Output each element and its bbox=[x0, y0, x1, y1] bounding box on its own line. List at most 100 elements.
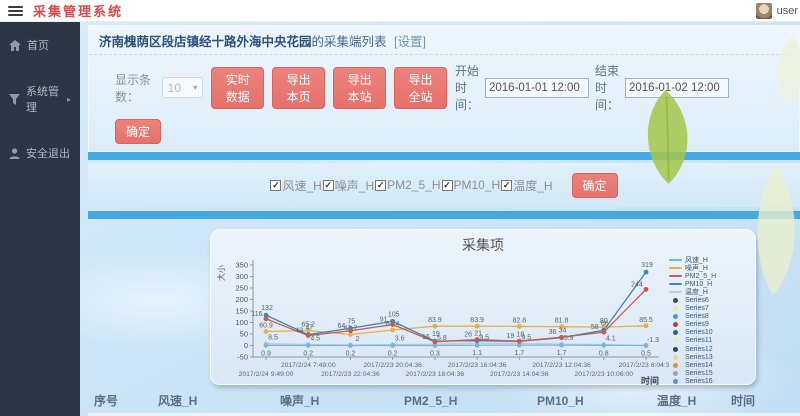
svg-text:2017/2/23 6:04:36: 2017/2/23 6:04:36 bbox=[619, 362, 669, 369]
svg-text:2: 2 bbox=[355, 336, 359, 343]
system-filter-icon bbox=[9, 94, 20, 105]
chart-panel: 采集项 -500501001502002503003502017/2/24 9:… bbox=[210, 229, 756, 385]
legend-swatch-icon bbox=[673, 347, 678, 352]
menu-toggle-icon[interactable] bbox=[8, 6, 23, 16]
series-confirm-button[interactable]: 确定 bbox=[572, 173, 618, 198]
user-menu[interactable]: user bbox=[756, 3, 800, 19]
svg-text:2017/2/23 22:04:36: 2017/2/23 22:04:36 bbox=[321, 371, 380, 378]
checkbox-mark-icon: ✓ bbox=[270, 180, 281, 191]
legend-swatch-icon bbox=[669, 275, 682, 277]
svg-text:132: 132 bbox=[261, 305, 273, 312]
svg-text:2017/2/23 20:04:36: 2017/2/23 20:04:36 bbox=[363, 362, 422, 369]
series-checkbox[interactable]: ✓ PM2_5_H bbox=[375, 178, 440, 192]
svg-text:2017/2/23 16:04:36: 2017/2/23 16:04:36 bbox=[448, 362, 507, 369]
svg-text:250: 250 bbox=[235, 284, 248, 293]
end-time-input[interactable] bbox=[625, 78, 729, 98]
svg-text:0.2: 0.2 bbox=[388, 350, 398, 357]
svg-text:21: 21 bbox=[474, 331, 482, 338]
legend-entry[interactable]: 风速_H bbox=[669, 256, 751, 264]
legend-entry[interactable]: 温度_H bbox=[669, 288, 751, 296]
svg-text:2017/2/23 12:04:36: 2017/2/23 12:04:36 bbox=[532, 362, 591, 369]
user-avatar bbox=[756, 3, 772, 19]
start-time-label: 开始时间： bbox=[455, 62, 479, 113]
legend-entry[interactable]: Series12 bbox=[669, 345, 751, 353]
svg-text:300: 300 bbox=[235, 272, 248, 281]
legend-entry[interactable]: Series8 bbox=[669, 313, 751, 321]
legend-swatch-icon bbox=[673, 298, 678, 303]
svg-text:116: 116 bbox=[251, 311, 262, 318]
svg-text:150: 150 bbox=[235, 307, 248, 316]
series-checkbox[interactable]: ✓ 温度_H bbox=[501, 177, 552, 194]
svg-text:100: 100 bbox=[235, 318, 248, 327]
svg-text:0: 0 bbox=[244, 341, 248, 350]
start-time-input[interactable] bbox=[485, 78, 589, 98]
query-confirm-button[interactable]: 确定 bbox=[115, 119, 161, 144]
user-name: user bbox=[777, 5, 798, 17]
legend-entry[interactable]: PM10_H bbox=[669, 280, 751, 288]
svg-text:34: 34 bbox=[559, 328, 567, 335]
display-count-select[interactable]: 10 ▾ bbox=[162, 77, 204, 98]
legend-swatch-icon bbox=[669, 291, 682, 293]
svg-text:1.1: 1.1 bbox=[472, 350, 482, 357]
svg-text:83.9: 83.9 bbox=[428, 317, 442, 324]
chevron-right-icon: ▸ bbox=[67, 95, 71, 104]
user-logout-icon bbox=[9, 148, 20, 159]
svg-text:2017/2/23 14:04:36: 2017/2/23 14:04:36 bbox=[490, 371, 549, 378]
sidebar-item-home[interactable]: 首页 bbox=[0, 22, 80, 68]
svg-text:1.7: 1.7 bbox=[514, 350, 524, 357]
sidebar-item-system[interactable]: 系统管理 ▸ bbox=[0, 68, 80, 130]
series-filter-panel: ✓ 风速_H ✓ 噪声_H ✓ PM2_5_H ✓ PM10_H ✓ 温度_H … bbox=[88, 163, 800, 207]
legend-entry[interactable]: PM2_5_H bbox=[669, 272, 751, 280]
data-table: 序号 风速_H 噪声_H PM2_5_H PM10_H 温度_H 时间 1 0.… bbox=[88, 388, 800, 416]
series-checkbox[interactable]: ✓ 风速_H bbox=[270, 177, 321, 194]
legend-swatch-icon bbox=[673, 314, 678, 319]
svg-text:47: 47 bbox=[305, 325, 313, 332]
legend-swatch-icon bbox=[673, 330, 678, 335]
svg-text:4.5: 4.5 bbox=[310, 335, 320, 342]
sidebar-item-logout[interactable]: 安全退出 bbox=[0, 130, 80, 176]
end-time-label: 结束时间： bbox=[595, 62, 619, 113]
chevron-down-icon: ▾ bbox=[193, 83, 197, 92]
svg-text:75: 75 bbox=[348, 318, 356, 325]
svg-text:0.9: 0.9 bbox=[261, 350, 271, 357]
legend-entry[interactable]: Series6 bbox=[669, 296, 751, 304]
legend-entry[interactable]: Series15 bbox=[669, 369, 751, 377]
checkbox-mark-icon: ✓ bbox=[501, 180, 512, 191]
export-page-button[interactable]: 导出本页 bbox=[272, 67, 325, 109]
svg-text:83.9: 83.9 bbox=[470, 317, 484, 324]
svg-text:-1.3: -1.3 bbox=[647, 337, 659, 344]
legend-swatch-icon bbox=[669, 259, 682, 261]
svg-text:0.8: 0.8 bbox=[599, 350, 609, 357]
query-panel: 济南槐荫区段店镇经十路外海中央花园的采集端列表 [设置] 显示条数： 10 ▾ … bbox=[88, 25, 800, 152]
svg-text:26: 26 bbox=[464, 332, 472, 339]
svg-text:2017/2/24 7:49:00: 2017/2/24 7:49:00 bbox=[281, 362, 336, 369]
legend-entry[interactable]: Series14 bbox=[669, 361, 751, 369]
export-site-button[interactable]: 导出本站 bbox=[333, 67, 386, 109]
legend-swatch-icon bbox=[673, 338, 678, 343]
svg-text:0.3: 0.3 bbox=[430, 350, 440, 357]
realtime-data-button[interactable]: 实时数据 bbox=[211, 67, 264, 109]
svg-text:91: 91 bbox=[380, 317, 388, 324]
legend-swatch-icon bbox=[669, 267, 682, 269]
svg-text:1.7: 1.7 bbox=[557, 350, 567, 357]
legend-entry[interactable]: Series10 bbox=[669, 329, 751, 337]
svg-text:64: 64 bbox=[338, 323, 346, 330]
svg-text:43: 43 bbox=[295, 328, 303, 335]
series-checkbox[interactable]: ✓ 噪声_H bbox=[323, 177, 374, 194]
series-checkbox[interactable]: ✓ PM10_H bbox=[442, 178, 501, 192]
legend-entry[interactable]: 噪声_H bbox=[669, 264, 751, 272]
legend-entry[interactable]: Series11 bbox=[669, 337, 751, 345]
home-icon bbox=[9, 40, 21, 51]
legend-entry[interactable]: Series16 bbox=[669, 377, 751, 385]
svg-text:350: 350 bbox=[235, 261, 248, 270]
legend-entry[interactable]: Series9 bbox=[669, 321, 751, 329]
top-header: 采集管理系统 user bbox=[0, 0, 800, 22]
settings-link[interactable]: [设置] bbox=[394, 35, 426, 49]
svg-text:58: 58 bbox=[591, 324, 599, 331]
app-title: 采集管理系统 bbox=[33, 1, 123, 20]
export-all-button[interactable]: 导出全站 bbox=[394, 67, 447, 109]
display-count-label: 显示条数： bbox=[115, 71, 154, 105]
legend-entry[interactable]: Series13 bbox=[669, 353, 751, 361]
svg-text:4.1: 4.1 bbox=[606, 336, 616, 343]
legend-entry[interactable]: Series7 bbox=[669, 305, 751, 313]
